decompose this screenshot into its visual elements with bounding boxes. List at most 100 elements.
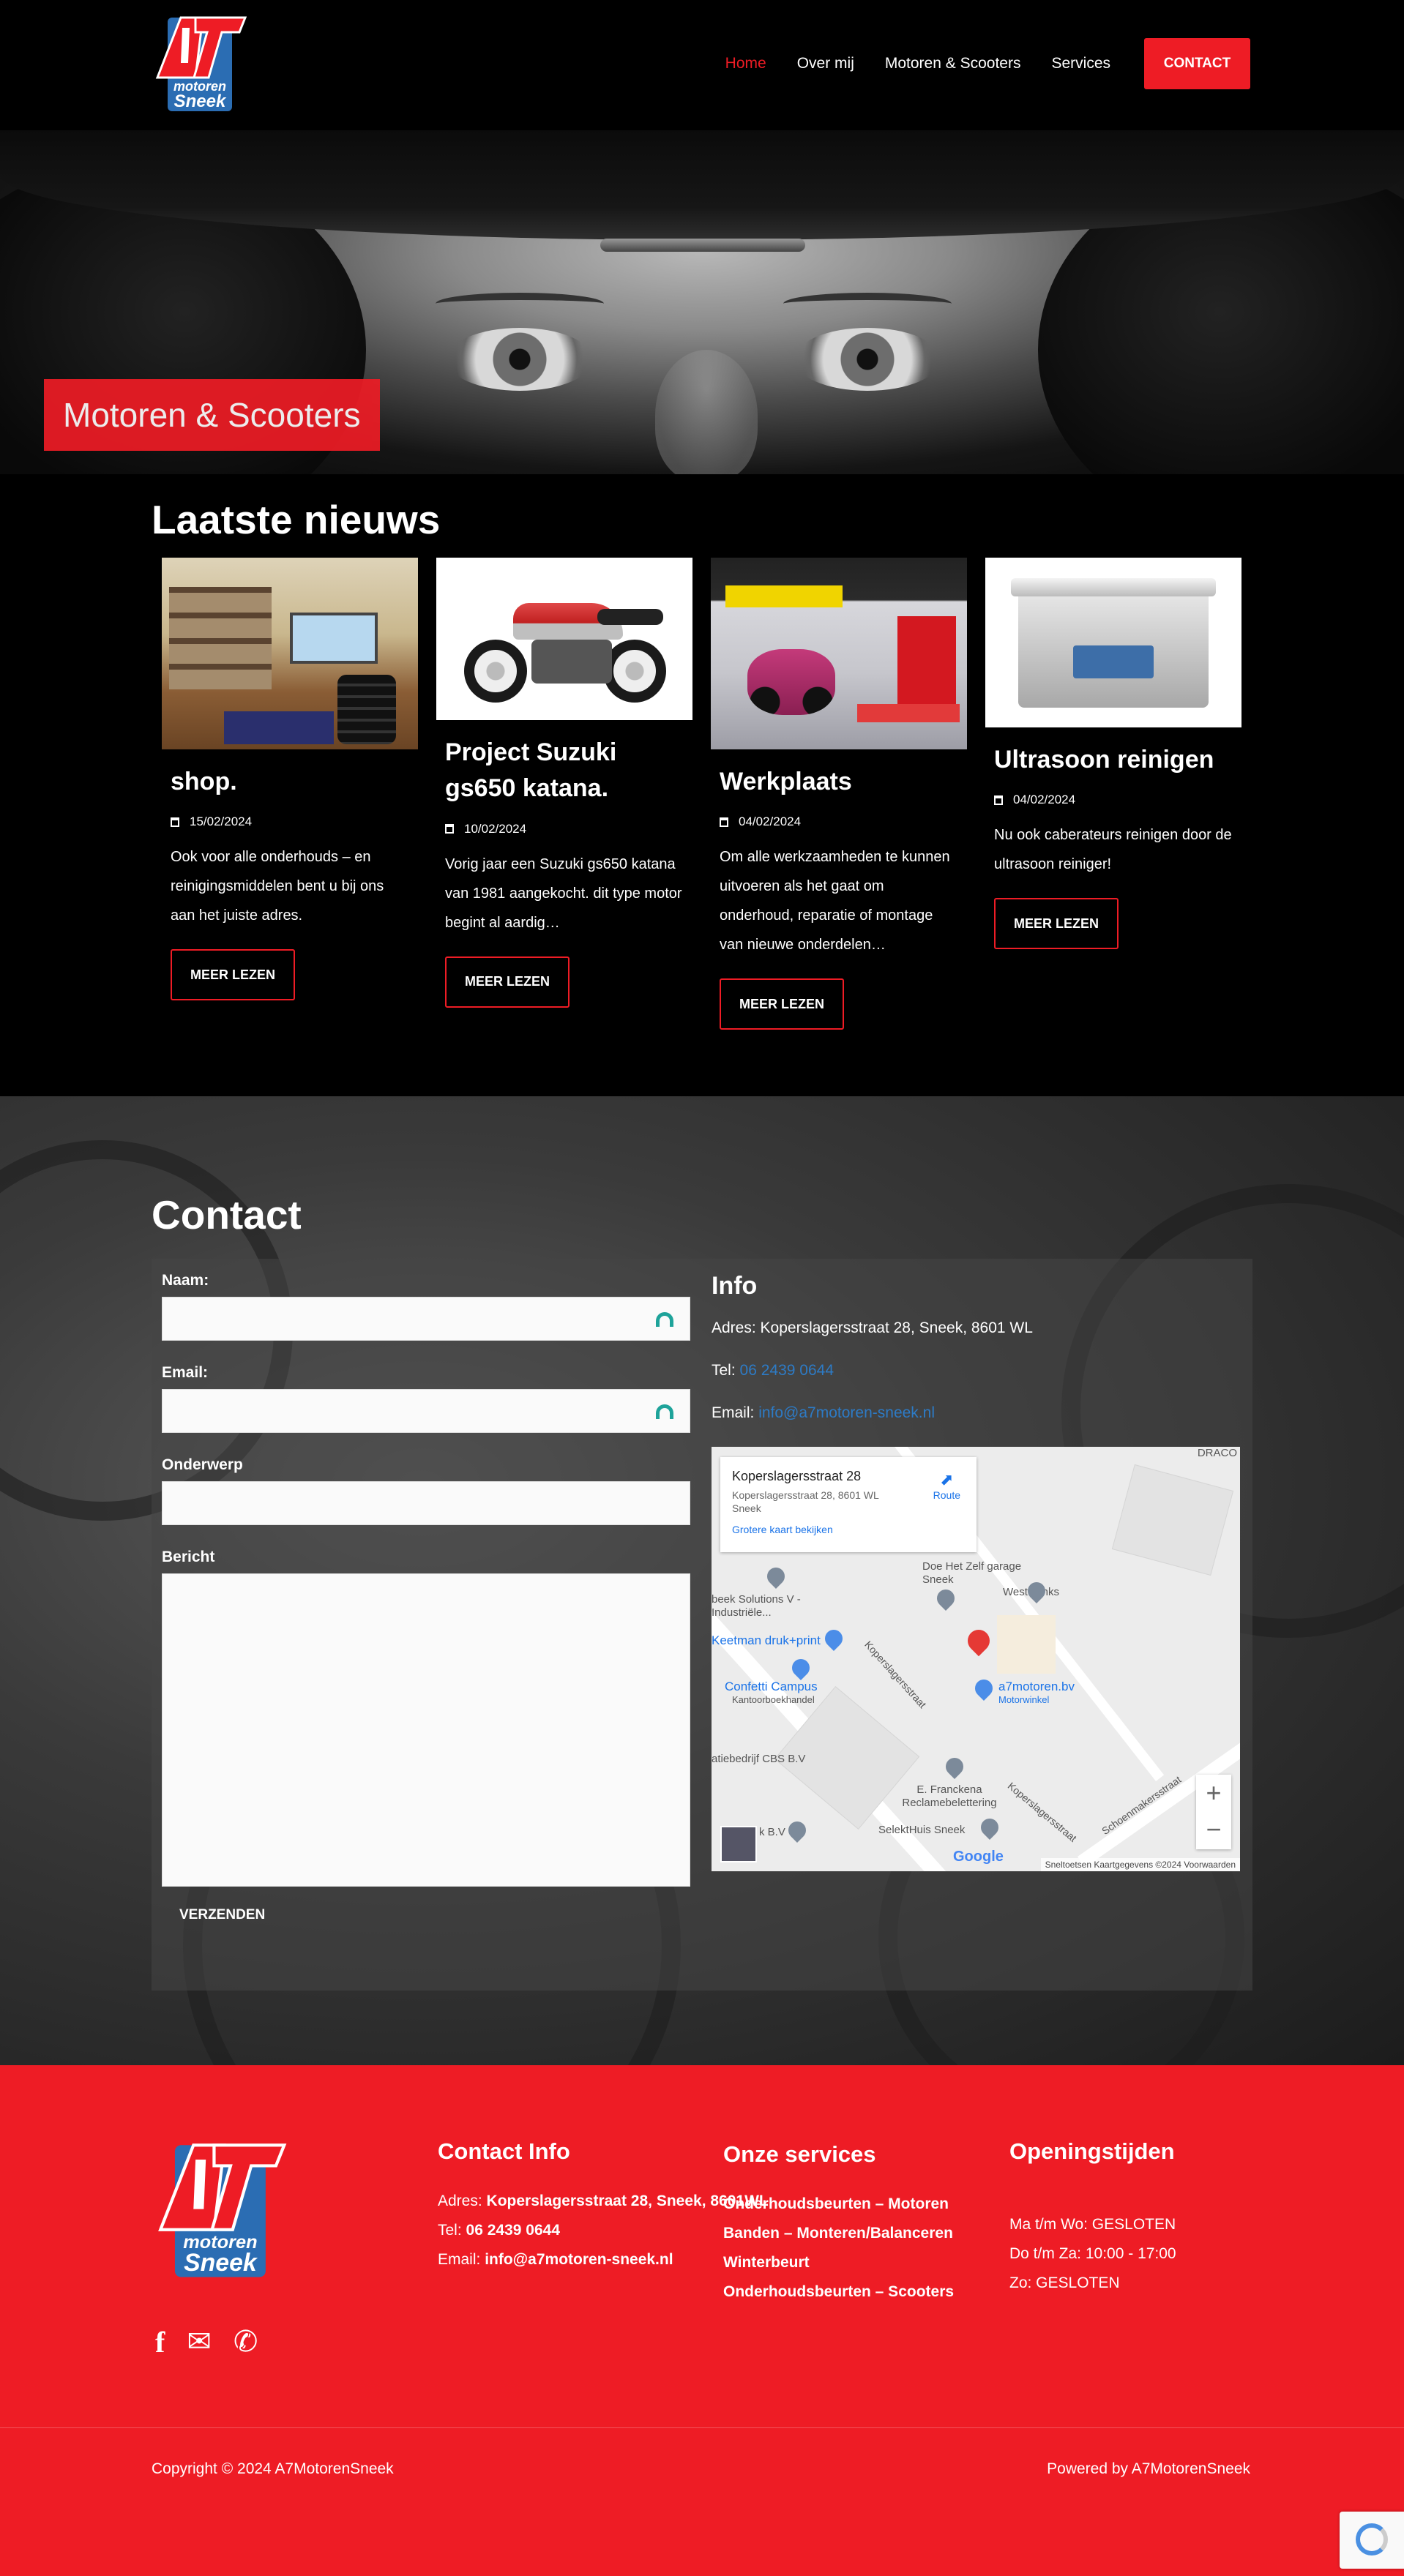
map-pin-icon[interactable]: [788, 1655, 813, 1680]
info-email: Email: info@a7motoren-sneek.nl: [712, 1404, 935, 1421]
map-pin-icon[interactable]: [942, 1754, 967, 1779]
map-label: Keetman druk+print: [712, 1633, 821, 1647]
read-more-button[interactable]: MEER LEZEN: [994, 898, 1119, 950]
news-card-date: 15/02/2024: [171, 815, 409, 829]
map-label: Doe Het Zelf garage Sneek: [922, 1560, 1022, 1586]
larger-map-link[interactable]: Grotere kaart bekijken: [732, 1524, 965, 1535]
hero-label: Motoren & Scooters: [44, 379, 380, 451]
news-card-title[interactable]: Project Suzuki gs650 katana.: [445, 735, 684, 807]
info-address: Adres: Koperslagersstraat 28, Sneek, 860…: [712, 1319, 1033, 1336]
news-title: Laatste nieuws: [152, 497, 441, 542]
news-card-excerpt: Ook voor alle onderhouds – en reinigings…: [171, 849, 384, 924]
map-pin-icon[interactable]: [977, 1815, 1002, 1840]
news-image-ultrasoon[interactable]: [985, 558, 1241, 727]
footer-a7-logo[interactable]: motoren Sneek: [152, 2137, 287, 2283]
footer-tel-link[interactable]: 06 2439 0644: [466, 2222, 560, 2239]
news-card-excerpt: Om alle werkzaamheden te kunnen uitvoere…: [720, 849, 950, 954]
map-info-card: Koperslagersstraat 28 Koperslagersstraat…: [720, 1457, 977, 1552]
subject-field[interactable]: [162, 1481, 690, 1525]
map-label: E. Franckena Reclamebelettering: [902, 1783, 997, 1809]
footer-contact-info: Contact Info Adres: Koperslagersstraat 2…: [438, 2138, 769, 2274]
recaptcha-icon: [1356, 2523, 1388, 2556]
message-field[interactable]: [162, 1573, 690, 1887]
phone-icon[interactable]: ✆: [234, 2325, 258, 2359]
powered-by: Powered by A7MotorenSneek: [1047, 2460, 1250, 2477]
map-pin-icon[interactable]: [933, 1586, 958, 1611]
news-card-title[interactable]: Werkplaats: [720, 764, 958, 800]
hours-line: Do t/m Za: 10:00 - 17:00: [1009, 2245, 1176, 2262]
map-footer[interactable]: Sneltoetsen Kaartgegevens ©2024 Voorwaar…: [1040, 1858, 1240, 1871]
news-section: Laatste nieuws shop. 15/02/2024 Ook voor…: [0, 474, 1404, 1096]
main-nav: Home Over mij Motoren & Scooters Service…: [695, 38, 1250, 89]
satellite-toggle[interactable]: [720, 1826, 757, 1862]
google-logo: Google: [953, 1849, 1004, 1865]
autofill-icon[interactable]: [656, 1312, 673, 1327]
service-link[interactable]: Banden – Monteren/Balanceren: [723, 2225, 953, 2242]
read-more-button[interactable]: MEER LEZEN: [445, 956, 570, 1008]
tel-link[interactable]: 06 2439 0644: [740, 1362, 834, 1379]
a7-logo[interactable]: motoren Sneek: [152, 12, 247, 116]
map-label: DRACO: [1197, 1447, 1237, 1459]
zoom-out-button[interactable]: −: [1196, 1811, 1231, 1848]
calendar-icon: [445, 824, 454, 834]
map-label: Koperslagersstraat: [862, 1639, 929, 1711]
name-label: Naam:: [162, 1272, 209, 1289]
news-card-excerpt: Vorig jaar een Suzuki gs650 katana van 1…: [445, 855, 682, 931]
nav-motoren-scooters[interactable]: Motoren & Scooters: [885, 55, 1021, 72]
news-image-suzuki[interactable]: [436, 558, 692, 720]
email-field[interactable]: [162, 1389, 690, 1433]
footer-address: Adres: Koperslagersstraat 28, Sneek, 860…: [438, 2193, 769, 2209]
map-label: Confetti Campus: [725, 1680, 818, 1693]
autofill-icon[interactable]: [656, 1404, 673, 1419]
recaptcha-badge[interactable]: [1340, 2512, 1404, 2569]
calendar-icon: [994, 795, 1003, 805]
map-pin-icon[interactable]: [971, 1676, 996, 1701]
service-link[interactable]: Onderhoudsbeurten – Motoren: [723, 2195, 949, 2212]
contact-button[interactable]: CONTACT: [1144, 38, 1250, 89]
map-pin-icon[interactable]: [821, 1626, 846, 1651]
zoom-in-button[interactable]: +: [1196, 1775, 1231, 1811]
news-card-title[interactable]: shop.: [171, 764, 409, 800]
footer-opening-hours: Openingstijden Ma t/m Wo: GESLOTEN Do t/…: [1009, 2138, 1176, 2298]
contact-box: Naam: Email: Onderwerp Bericht VERZENDEN: [152, 1259, 1252, 1991]
read-more-button[interactable]: MEER LEZEN: [171, 949, 295, 1001]
service-link[interactable]: Onderhoudsbeurten – Scooters: [723, 2283, 954, 2300]
nav-home[interactable]: Home: [725, 55, 766, 72]
map-label: atiebedrijf CBS B.V: [712, 1753, 806, 1765]
svg-text:Sneek: Sneek: [184, 2249, 258, 2277]
hero-image-brow: [783, 293, 952, 315]
map-pin-icon[interactable]: [763, 1564, 788, 1589]
facebook-icon[interactable]: f: [155, 2325, 165, 2359]
news-image-shop[interactable]: [162, 558, 418, 749]
route-button[interactable]: ⬈ Route: [933, 1470, 960, 1501]
map-label: Koperslagersstraat: [1005, 1780, 1080, 1844]
footer-email-link[interactable]: info@a7motoren-sneek.nl: [485, 2251, 673, 2268]
info-title: Info: [712, 1272, 758, 1300]
news-card-date: 04/02/2024: [720, 815, 958, 829]
hero-image-brow: [436, 293, 604, 315]
news-image-werkplaats[interactable]: [711, 558, 967, 749]
footer-hours-title: Openingstijden: [1009, 2138, 1175, 2164]
map-pin-icon[interactable]: [785, 1818, 810, 1843]
nav-over-mij[interactable]: Over mij: [797, 55, 854, 72]
map-card-title: Koperslagersstraat 28: [732, 1469, 862, 1483]
subject-label: Onderwerp: [162, 1456, 243, 1473]
news-card-title[interactable]: Ultrasoon reinigen: [994, 742, 1233, 778]
hero-image-nose: [655, 350, 758, 474]
mail-icon[interactable]: ✉: [187, 2325, 212, 2359]
submit-button[interactable]: VERZENDEN: [179, 1907, 265, 1923]
svg-text:Sneek: Sneek: [174, 91, 227, 111]
read-more-button[interactable]: MEER LEZEN: [720, 978, 844, 1030]
google-map[interactable]: Koperslagersstraat 28 Koperslagersstraat…: [712, 1447, 1240, 1871]
nav-services[interactable]: Services: [1051, 55, 1110, 72]
location-marker-icon[interactable]: [963, 1625, 995, 1657]
map-card-address: Koperslagersstraat 28, 8601 WL Sneek: [732, 1489, 879, 1515]
contact-form: Naam: Email: Onderwerp Bericht VERZENDEN: [162, 1272, 690, 1923]
hero-image-eye: [794, 328, 941, 391]
name-field[interactable]: [162, 1297, 690, 1341]
message-label: Bericht: [162, 1549, 215, 1565]
service-link[interactable]: Winterbeurt: [723, 2254, 810, 2271]
email-link[interactable]: info@a7motoren-sneek.nl: [758, 1404, 935, 1421]
footer-services: Onze services Onderhoudsbeurten – Motore…: [723, 2141, 954, 2307]
directions-icon: ⬈: [940, 1470, 954, 1489]
